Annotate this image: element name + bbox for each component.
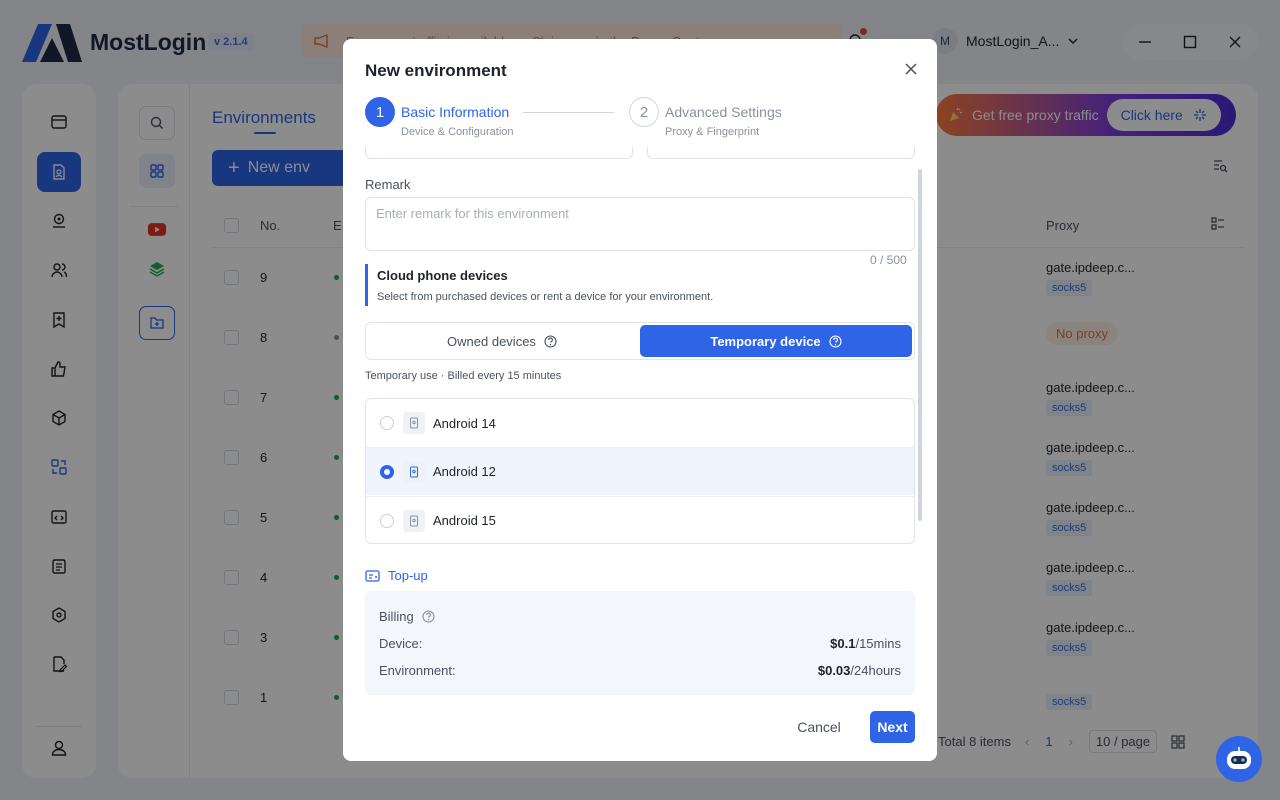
clipped-field-left[interactable] [365, 147, 633, 159]
device-list: Android 14 Android 12 Android 15 [365, 398, 915, 544]
temporary-device-label: Temporary device [710, 333, 821, 349]
dialog-close-button[interactable] [899, 57, 923, 81]
step-subtitle: Device & Configuration [401, 126, 514, 138]
step-number: 2 [629, 97, 659, 127]
phone-device-icon [403, 460, 425, 483]
device-radio[interactable] [380, 513, 394, 528]
device-name: Android 15 [433, 513, 496, 528]
dialog-body[interactable]: Remark Enter remark for this environment… [343, 147, 937, 703]
top-up-link[interactable]: Top-up [365, 568, 428, 583]
dialog-title: New environment [365, 61, 507, 80]
cloud-phone-section: Cloud phone devices Select from purchase… [365, 264, 915, 306]
top-up-label: Top-up [388, 568, 428, 583]
device-name: Android 12 [433, 464, 496, 479]
next-button[interactable]: Next [870, 711, 915, 743]
step-number: 1 [365, 97, 395, 127]
assistant-bot-button[interactable] [1216, 736, 1262, 782]
temporary-billing-note: Temporary use · Billed every 15 minutes [365, 370, 562, 382]
owned-devices-label: Owned devices [447, 333, 536, 349]
help-circle-icon[interactable] [422, 610, 435, 623]
device-option-android-15[interactable]: Android 15 [366, 496, 914, 543]
section-description: Select from purchased devices or rent a … [377, 291, 714, 303]
dialog-scrollbar[interactable] [918, 169, 922, 521]
device-name: Android 14 [433, 415, 496, 431]
device-type-toggle: Owned devices Temporary device [365, 322, 915, 360]
wallet-icon [365, 569, 380, 582]
device-option-android-12[interactable]: Android 12 [366, 447, 914, 495]
billing-device-row: Device: $0.1/15mins [379, 636, 901, 651]
device-radio-selected[interactable] [380, 464, 394, 479]
cancel-button[interactable]: Cancel [784, 711, 854, 743]
step-basic-information[interactable]: 1 Basic Information Device & Configuratio… [365, 97, 514, 138]
help-circle-icon[interactable] [829, 334, 842, 348]
dialog-footer: Cancel Next [343, 703, 937, 761]
new-environment-dialog: New environment 1 Basic Information Devic… [343, 39, 937, 761]
step-title: Basic Information [401, 104, 510, 120]
owned-devices-tab[interactable]: Owned devices [366, 323, 638, 359]
device-option-android-14[interactable]: Android 14 [366, 399, 914, 447]
clipped-field-right[interactable] [647, 147, 915, 159]
phone-device-icon [403, 509, 425, 532]
temporary-device-tab[interactable]: Temporary device [640, 325, 912, 357]
remark-label: Remark [365, 177, 411, 192]
step-subtitle: Proxy & Fingerprint [665, 126, 760, 138]
device-price-unit: /15mins [855, 636, 901, 651]
billing-title: Billing [379, 609, 414, 624]
billing-panel: Billing Device: $0.1/15mins Environment:… [365, 591, 915, 695]
robot-icon [1227, 747, 1251, 769]
billing-environment-row: Environment: $0.03/24hours [379, 663, 901, 678]
remark-textarea[interactable]: Enter remark for this environment [365, 197, 915, 251]
billing-environment-label: Environment: [379, 663, 456, 678]
environment-price: $0.03 [817, 663, 851, 678]
billing-device-label: Device: [379, 636, 423, 651]
device-radio[interactable] [380, 416, 394, 430]
help-circle-icon[interactable] [544, 334, 557, 348]
step-advanced-settings[interactable]: 2 Advanced Settings Proxy & Fingerprint [629, 97, 782, 138]
section-title: Cloud phone devices [377, 268, 508, 283]
device-price: $0.1 [830, 636, 856, 651]
step-title: Advanced Settings [665, 104, 782, 120]
environment-price-unit: /24hours [850, 663, 901, 678]
close-icon [905, 63, 917, 75]
step-connector [523, 112, 614, 113]
phone-device-icon [403, 412, 425, 434]
